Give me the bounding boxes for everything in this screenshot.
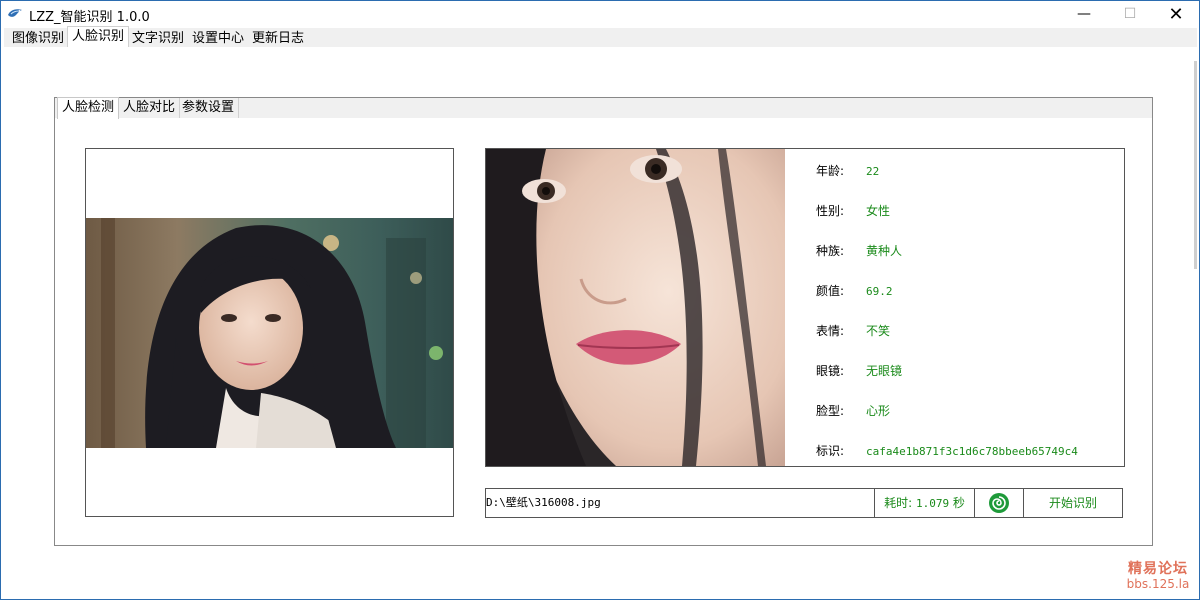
window-title: LZZ_智能识别 1.0.0 bbox=[29, 10, 150, 25]
info-value-gender: 女性 bbox=[866, 204, 891, 218]
info-row-race: 种族: 黄种人 bbox=[816, 242, 902, 259]
forum-watermark: 精易论坛 bbs.125.la bbox=[1125, 561, 1191, 591]
face-detection-panel: 人脸检测 人脸对比 参数设置 年龄: 22 性别: 女性 种族: 黄种人 颜值:… bbox=[54, 97, 1153, 546]
loading-spinner bbox=[975, 489, 1024, 517]
minimize-icon: — bbox=[1077, 6, 1091, 22]
info-value-expression: 不笑 bbox=[866, 324, 891, 338]
source-image-box[interactable] bbox=[85, 148, 454, 517]
spiral-icon bbox=[989, 493, 1009, 513]
info-row-gender: 性别: 女性 bbox=[816, 202, 890, 219]
info-row-face-shape: 脸型: 心形 bbox=[816, 402, 890, 419]
sub-tab-bar: 人脸检测 人脸对比 参数设置 bbox=[55, 97, 1152, 119]
tab-image-recognition[interactable]: 图像识别 bbox=[7, 28, 69, 47]
maximize-button[interactable]: ☐ bbox=[1107, 1, 1153, 27]
time-unit: 秒 bbox=[952, 496, 965, 510]
info-label: 眼镜: bbox=[816, 364, 845, 378]
info-row-token: 标识: cafa4e1b871f3c1d6c78bbeeb65749c4 bbox=[816, 442, 1078, 459]
elapsed-time: 耗时: 1.079 秒 bbox=[875, 489, 975, 517]
close-icon: ✕ bbox=[1168, 3, 1184, 25]
detected-face-crop bbox=[486, 149, 785, 466]
tab-face-detection[interactable]: 人脸检测 bbox=[57, 97, 120, 119]
info-label: 颜值: bbox=[816, 284, 845, 298]
main-tab-bar: 图像识别 人脸识别 文字识别 设置中心 更新日志 bbox=[4, 26, 1197, 47]
info-row-glasses: 眼镜: 无眼镜 bbox=[816, 362, 902, 379]
info-label: 年龄: bbox=[816, 164, 845, 178]
title-bar[interactable]: LZZ_智能识别 1.0.0 — ☐ ✕ bbox=[1, 1, 1199, 27]
scrollbar[interactable] bbox=[1194, 61, 1197, 269]
info-label: 性别: bbox=[816, 204, 845, 218]
info-label: 标识: bbox=[816, 444, 845, 458]
time-value: 1.079 bbox=[915, 497, 950, 510]
watermark-title: 精易论坛 bbox=[1128, 561, 1188, 577]
tab-face-recognition[interactable]: 人脸识别 bbox=[67, 26, 130, 47]
info-row-age: 年龄: 22 bbox=[816, 162, 879, 179]
tab-face-compare[interactable]: 人脸对比 bbox=[119, 98, 181, 118]
status-bar: D:\壁纸\316008.jpg 耗时: 1.079 秒 开始识别 bbox=[485, 488, 1123, 518]
info-label: 种族: bbox=[816, 244, 845, 258]
watermark-url: bbs.125.la bbox=[1126, 577, 1190, 591]
info-value-beauty: 69.2 bbox=[866, 285, 893, 298]
info-row-expression: 表情: 不笑 bbox=[816, 322, 890, 339]
close-button[interactable]: ✕ bbox=[1153, 1, 1199, 27]
info-value-token: cafa4e1b871f3c1d6c78bbeeb65749c4 bbox=[866, 445, 1078, 458]
maximize-icon: ☐ bbox=[1123, 6, 1137, 22]
bird-logo-icon bbox=[8, 9, 22, 17]
tab-text-recognition[interactable]: 文字识别 bbox=[127, 28, 189, 47]
info-value-face-shape: 心形 bbox=[866, 404, 891, 418]
time-label: 耗时: bbox=[884, 496, 913, 510]
info-value-age: 22 bbox=[866, 165, 880, 178]
info-label: 表情: bbox=[816, 324, 845, 338]
minimize-button[interactable]: — bbox=[1061, 1, 1107, 27]
detection-result-box: 年龄: 22 性别: 女性 种族: 黄种人 颜值: 69.2 表情: 不笑 眼镜: 无眼镜 … bbox=[485, 148, 1125, 467]
file-path-field[interactable]: D:\壁纸\316008.jpg bbox=[486, 489, 875, 517]
tab-settings[interactable]: 设置中心 bbox=[187, 28, 249, 47]
info-label: 脸型: bbox=[816, 404, 845, 418]
app-window: LZZ_智能识别 1.0.0 — ☐ ✕ 图像识别 人脸识别 文字识别 设置中心… bbox=[0, 0, 1200, 600]
info-row-beauty: 颜值: 69.2 bbox=[816, 282, 893, 299]
start-recognition-button[interactable]: 开始识别 bbox=[1024, 489, 1122, 517]
info-value-glasses: 无眼镜 bbox=[866, 364, 903, 378]
source-photo bbox=[86, 218, 453, 448]
tab-parameter-settings[interactable]: 参数设置 bbox=[178, 98, 240, 118]
info-value-race: 黄种人 bbox=[866, 244, 903, 258]
tab-changelog[interactable]: 更新日志 bbox=[247, 28, 309, 47]
